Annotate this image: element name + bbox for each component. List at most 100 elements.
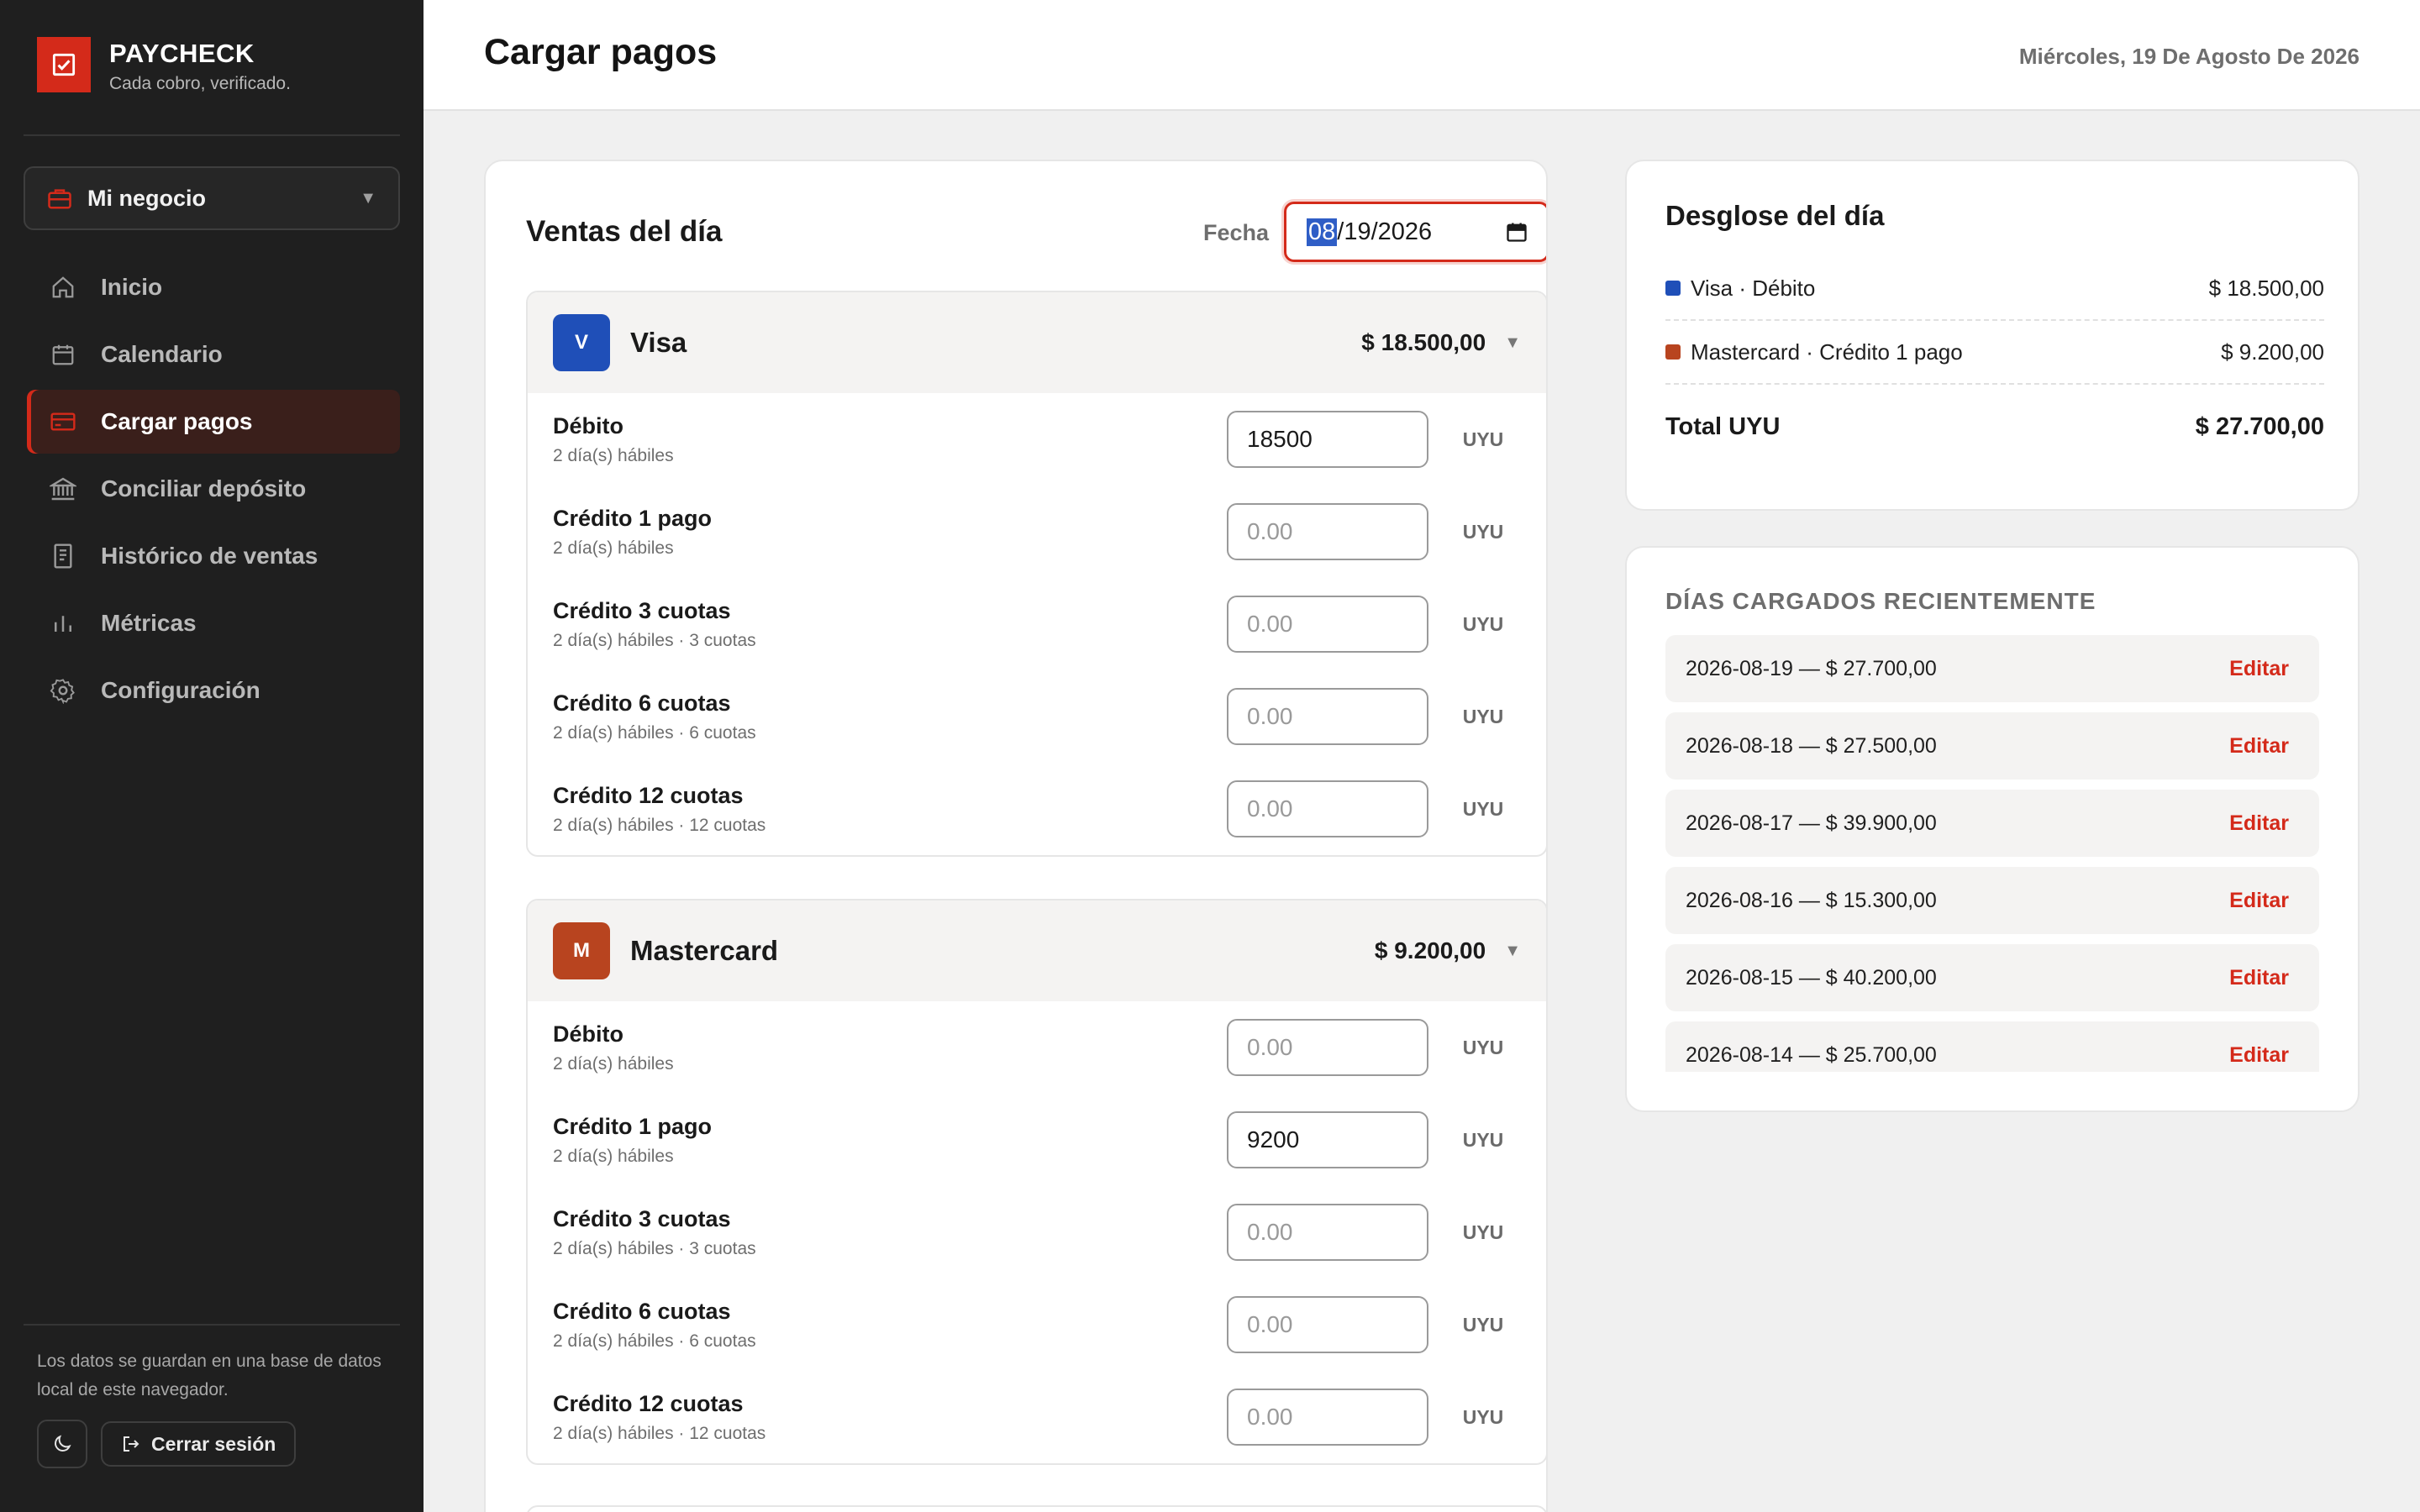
credit-card-icon: [49, 407, 77, 436]
nav-item-configuracion[interactable]: Configuración: [27, 659, 400, 722]
storage-note: Los datos se guardan en una base de dato…: [37, 1352, 381, 1399]
logout-label: Cerrar sesión: [151, 1432, 276, 1455]
list-item: 2026-08-15 — $ 40.200,00 Editar: [1665, 944, 2319, 1011]
gear-icon: [49, 676, 77, 705]
recent-entry: 2026-08-15 — $ 40.200,00: [1686, 965, 1937, 990]
brand-block-mastercard: M Mastercard $ 9.200,00 ▼ Débito 2 día(s)…: [526, 899, 1546, 1465]
list-item: 2026-08-14 — $ 25.700,00 Editar: [1665, 1021, 2319, 1072]
currency-label: UYU: [1462, 1313, 1504, 1336]
row-subtitle: 2 día(s) hábiles · 3 cuotas: [553, 1238, 756, 1258]
amount-input[interactable]: [1227, 1296, 1428, 1353]
row-subtitle: 2 día(s) hábiles · 3 cuotas: [553, 630, 756, 650]
list-item: 2026-08-16 — $ 15.300,00 Editar: [1665, 867, 2319, 934]
nav-item-calendario[interactable]: Calendario: [27, 323, 400, 386]
breakdown-row: Visa · Débito $ 18.500,00: [1665, 257, 2324, 321]
currency-label: UYU: [1462, 705, 1504, 727]
amount-input[interactable]: [1227, 1204, 1428, 1261]
brand-header-mastercard[interactable]: M Mastercard $ 9.200,00 ▼: [528, 900, 1546, 1001]
list-item: 2026-08-18 — $ 27.500,00 Editar: [1665, 712, 2319, 780]
total-value: $ 27.700,00: [2195, 412, 2324, 440]
nav-item-cargar-pagos[interactable]: Cargar pagos: [27, 390, 400, 454]
amount-input[interactable]: [1227, 411, 1428, 468]
brand-badge: V: [553, 314, 610, 371]
home-icon: [49, 273, 77, 302]
edit-link[interactable]: Editar: [2229, 966, 2289, 990]
nav-item-metricas[interactable]: Métricas: [27, 591, 400, 655]
edit-link[interactable]: Editar: [2229, 657, 2289, 681]
row-title: Crédito 1 pago: [553, 505, 713, 531]
payment-row: Crédito 12 cuotas 2 día(s) hábiles · 12 c…: [528, 1371, 1546, 1463]
calendar-picker-icon[interactable]: [1505, 220, 1528, 244]
date-input[interactable]: 08/19/2026: [1284, 202, 1546, 262]
check-square-icon: [37, 37, 91, 92]
row-title: Crédito 3 cuotas: [553, 1205, 731, 1231]
color-swatch: [1665, 344, 1681, 360]
nav-label: Métricas: [101, 610, 197, 636]
row-title: Crédito 6 cuotas: [553, 690, 731, 716]
nav-item-conciliar-deposito[interactable]: Conciliar depósito: [27, 457, 400, 521]
payment-row: Crédito 6 cuotas 2 día(s) hábiles · 6 cuo…: [528, 1278, 1546, 1371]
date-label: Fecha: [1203, 220, 1270, 245]
amount-input[interactable]: [1227, 596, 1428, 653]
recent-days-card: DÍAS CARGADOS RECIENTEMENTE 2026-08-19 —…: [1625, 546, 2360, 1112]
row-title: Crédito 12 cuotas: [553, 1390, 744, 1416]
payment-row: Crédito 12 cuotas 2 día(s) hábiles · 12 c…: [528, 763, 1546, 855]
brand-block-next: [526, 1505, 1546, 1512]
color-swatch: [1665, 281, 1681, 296]
recent-entry: 2026-08-17 — $ 39.900,00: [1686, 811, 1937, 835]
currency-label: UYU: [1462, 520, 1504, 543]
nav-item-historico-ventas[interactable]: Histórico de ventas: [27, 524, 400, 588]
recent-entry: 2026-08-19 — $ 27.700,00: [1686, 656, 1937, 680]
brand-block-visa: V Visa $ 18.500,00 ▼ Débito 2 día(s) hábi…: [526, 291, 1546, 857]
currency-label: UYU: [1462, 428, 1504, 450]
date-rest: /19/2026: [1337, 218, 1433, 245]
business-selector[interactable]: Mi negocio ▼: [24, 166, 400, 230]
currency-label: UYU: [1462, 1405, 1504, 1428]
list-item: 2026-08-17 — $ 39.900,00 Editar: [1665, 790, 2319, 857]
row-subtitle: 2 día(s) hábiles: [553, 538, 674, 558]
currency-label: UYU: [1462, 797, 1504, 820]
brand-total: $ 9.200,00: [1374, 937, 1486, 963]
brand-header-visa[interactable]: V Visa $ 18.500,00 ▼: [528, 292, 1546, 393]
brand-badge: M: [553, 922, 610, 979]
list-item: 2026-08-19 — $ 27.700,00 Editar: [1665, 635, 2319, 702]
payment-row: Débito 2 día(s) hábiles UYU: [528, 1001, 1546, 1094]
nav-label: Calendario: [101, 341, 223, 367]
nav-item-inicio[interactable]: Inicio: [27, 255, 400, 319]
nav-label: Histórico de ventas: [101, 543, 318, 569]
breakdown-label: Mastercard · Crédito 1 pago: [1691, 339, 1963, 365]
row-subtitle: 2 día(s) hábiles · 12 cuotas: [553, 815, 766, 835]
bank-icon: [49, 475, 77, 503]
current-date: Miércoles, 19 De Agosto De 2026: [2018, 44, 2360, 69]
chevron-down-icon[interactable]: ▼: [1504, 333, 1521, 353]
bar-chart-icon: [49, 609, 77, 638]
total-label: Total UYU: [1665, 412, 1781, 440]
recent-entry: 2026-08-14 — $ 25.700,00: [1686, 1042, 1937, 1067]
edit-link[interactable]: Editar: [2229, 811, 2289, 836]
row-title: Crédito 3 cuotas: [553, 597, 731, 623]
breakdown-title: Desglose del día: [1665, 200, 1885, 231]
nav-label: Inicio: [101, 274, 163, 300]
logout-button[interactable]: Cerrar sesión: [101, 1421, 297, 1467]
brand-name: Visa: [630, 327, 687, 358]
row-title: Débito: [553, 412, 623, 438]
moon-icon: [51, 1433, 73, 1455]
calendar-icon: [49, 340, 77, 369]
breakdown-total: Total UYU $ 27.700,00: [1665, 385, 2324, 469]
recent-list[interactable]: 2026-08-19 — $ 27.700,00 Editar 2026-08-1…: [1665, 635, 2319, 1072]
chevron-down-icon[interactable]: ▼: [1504, 942, 1521, 961]
theme-toggle-button[interactable]: [37, 1420, 87, 1468]
amount-input[interactable]: [1227, 1019, 1428, 1076]
briefcase-icon: [47, 186, 72, 210]
date-month-segment[interactable]: 08: [1307, 218, 1338, 246]
amount-input[interactable]: [1227, 1389, 1428, 1446]
amount-input[interactable]: [1227, 1111, 1428, 1168]
amount-input[interactable]: [1227, 688, 1428, 745]
edit-link[interactable]: Editar: [2229, 889, 2289, 913]
amount-input[interactable]: [1227, 503, 1428, 560]
row-subtitle: 2 día(s) hábiles · 6 cuotas: [553, 722, 756, 743]
edit-link[interactable]: Editar: [2229, 734, 2289, 759]
edit-link[interactable]: Editar: [2229, 1043, 2289, 1068]
amount-input[interactable]: [1227, 780, 1428, 837]
sidebar: PAYCHECK Cada cobro, verificado. Mi nego…: [0, 0, 424, 1512]
